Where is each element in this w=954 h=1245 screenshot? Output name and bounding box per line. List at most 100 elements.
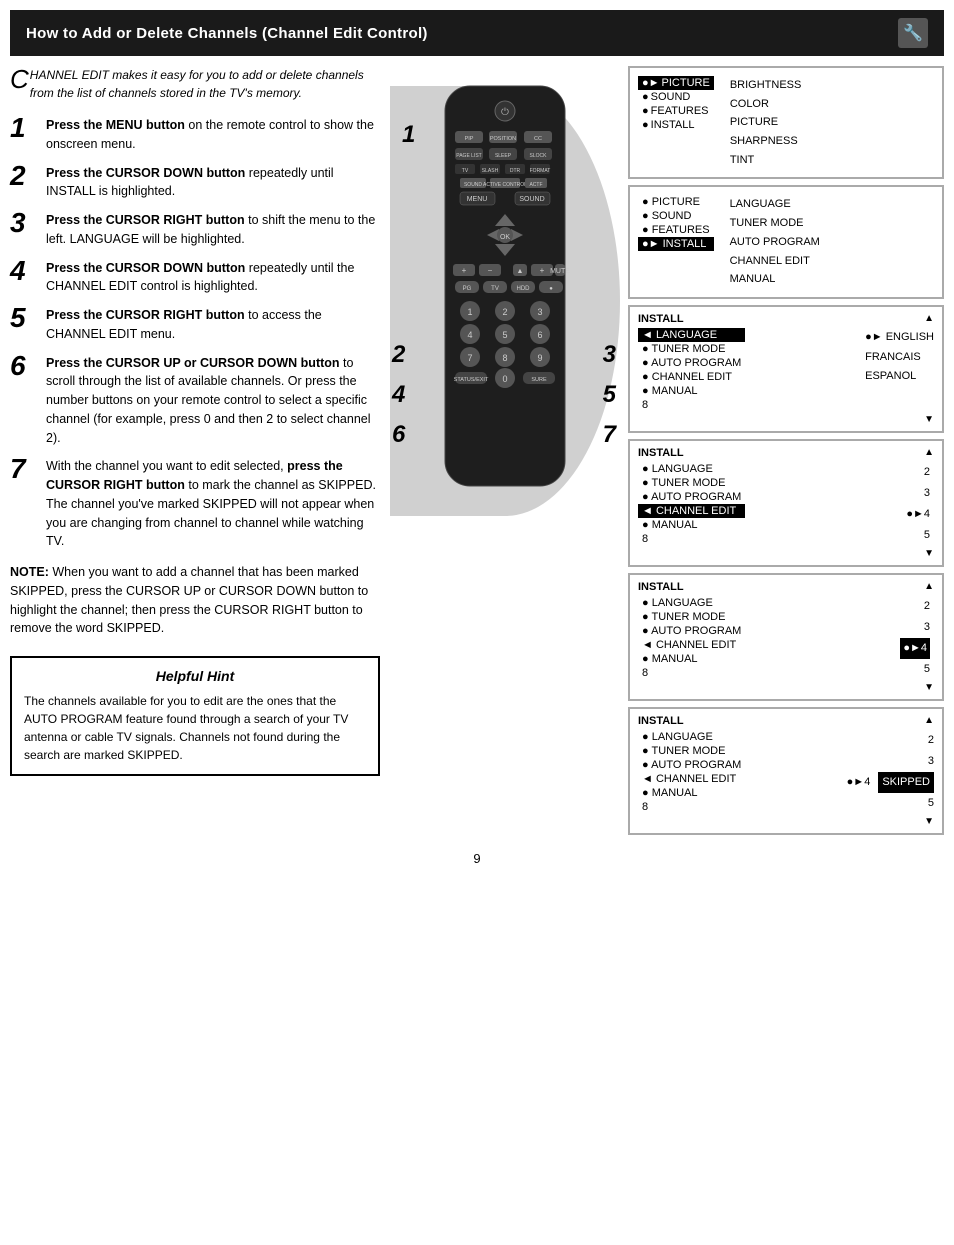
p2-features: ● FEATURES xyxy=(638,223,714,237)
note-text: When you want to add a channel that has … xyxy=(10,565,368,635)
step-7-text: With the channel you want to edit select… xyxy=(46,457,380,551)
step-2-number: 2 xyxy=(10,162,38,190)
step-2-text: Press the CURSOR DOWN button repeatedly … xyxy=(46,164,380,202)
p6-language: ● LANGUAGE xyxy=(638,730,745,744)
panel-menu-item-features: ●FEATURES xyxy=(638,104,714,118)
p3-espanol: ESPANOL xyxy=(865,367,934,387)
p1r-brightness: BRIGHTNESS xyxy=(730,76,802,95)
panel-2: ● PICTURE ● SOUND ● FEATURES ●► INSTALL … xyxy=(628,185,944,298)
p3-english: ●► ENGLISH xyxy=(865,328,934,348)
step-2: 2 Press the CURSOR DOWN button repeatedl… xyxy=(10,164,380,202)
panel-5: INSTALL ▲ ● LANGUAGE ● TUNER MODE ● AUTO… xyxy=(628,573,944,701)
panel-menu-item-sound: ●SOUND xyxy=(638,90,714,104)
p4-up-arrow: ▲ xyxy=(924,447,934,459)
step-label-7: 7 xyxy=(603,421,616,449)
p3-install-label: INSTALL xyxy=(638,313,684,325)
p4-channel: ◄ CHANNEL EDIT xyxy=(638,504,745,518)
note-section: NOTE: When you want to add a channel tha… xyxy=(10,563,380,638)
p4-left: ● LANGUAGE ● TUNER MODE ● AUTO PROGRAM ◄… xyxy=(638,462,745,546)
svg-text:9: 9 xyxy=(537,353,542,363)
step-1-text: Press the MENU button on the remote cont… xyxy=(46,116,380,154)
svg-text:7: 7 xyxy=(467,353,472,363)
step-label-6-left: 6 xyxy=(392,421,405,449)
p5-right: 2 3 ●►4 5 xyxy=(900,596,934,680)
p6-body: ● LANGUAGE ● TUNER MODE ● AUTO PROGRAM ◄… xyxy=(638,730,934,814)
p3-header-row: INSTALL ▲ xyxy=(638,313,934,325)
svg-text:−: − xyxy=(488,266,493,275)
svg-text:SLEEP: SLEEP xyxy=(495,153,512,159)
p6-manual: ● MANUAL xyxy=(638,786,745,800)
p6-channel: ◄ CHANNEL EDIT xyxy=(638,772,745,786)
helpful-hint-box: Helpful Hint The channels available for … xyxy=(10,656,380,776)
p5-channel: ◄ CHANNEL EDIT xyxy=(638,638,745,652)
p3-left: ◄ LANGUAGE ● TUNER MODE ● AUTO PROGRAM ●… xyxy=(638,328,745,412)
tv-panels-column: ●►PICTURE ●SOUND ●FEATURES ●INSTALL xyxy=(628,66,944,835)
p5-num3: 3 xyxy=(900,617,930,638)
svg-text:SOUND: SOUND xyxy=(519,196,544,203)
p3-right: ●► ENGLISH FRANCAIS ESPANOL xyxy=(865,328,934,412)
svg-text:SURE: SURE xyxy=(531,377,547,383)
step-7-before: With the channel you want to edit select… xyxy=(46,459,287,473)
p5-install-label: INSTALL xyxy=(638,581,684,593)
svg-text:PG: PG xyxy=(463,286,472,292)
svg-text:+: + xyxy=(540,266,545,275)
svg-text:FORMAT: FORMAT xyxy=(530,168,551,174)
p4-language: ● LANGUAGE xyxy=(638,462,745,476)
svg-text:6: 6 xyxy=(537,330,542,340)
page-header: How to Add or Delete Channels (Channel E… xyxy=(10,10,944,56)
svg-text:STATUS/EXIT: STATUS/EXIT xyxy=(454,377,489,383)
p3-auto: ● AUTO PROGRAM xyxy=(638,356,745,370)
p5-8: 8 xyxy=(638,666,745,680)
step-6-text: Press the CURSOR UP or CURSOR DOWN butto… xyxy=(46,354,380,448)
remote-and-step-labels: 1 2 4 6 3 5 7 ⏻ PIP xyxy=(390,66,620,835)
p1r-picture: PICTURE xyxy=(730,113,802,132)
svg-text:CC: CC xyxy=(534,136,542,142)
page-number: 9 xyxy=(0,851,954,866)
p2r-manual: MANUAL xyxy=(730,270,820,289)
helpful-hint-text: The channels available for you to edit a… xyxy=(24,692,366,764)
p2r-auto: AUTO PROGRAM xyxy=(730,233,820,252)
svg-text:MUTE: MUTE xyxy=(550,268,570,275)
p4-down-arrow: ▼ xyxy=(638,548,934,559)
p3-down-arrow: ▼ xyxy=(638,414,934,425)
p2r-channel-edit: CHANNEL EDIT xyxy=(730,252,820,271)
p3-body: ◄ LANGUAGE ● TUNER MODE ● AUTO PROGRAM ●… xyxy=(638,328,934,412)
svg-text:4: 4 xyxy=(467,330,472,340)
p3-8: 8 xyxy=(638,398,745,412)
p6-num3: 3 xyxy=(847,751,934,772)
step-1-bold: Press the MENU button xyxy=(46,118,185,132)
panel-1-right: BRIGHTNESS COLOR PICTURE SHARPNESS TINT xyxy=(730,76,802,169)
p5-language: ● LANGUAGE xyxy=(638,596,745,610)
p5-header-row: INSTALL ▲ xyxy=(638,581,934,593)
svg-text:3: 3 xyxy=(537,307,542,317)
svg-text:PIP: PIP xyxy=(465,136,474,142)
p3-francais: FRANCAIS xyxy=(865,348,934,368)
main-content: C HANNEL EDIT makes it easy for you to a… xyxy=(0,56,954,835)
p6-right: 2 3 ●►4 SKIPPED 5 xyxy=(847,730,934,814)
svg-text:TV: TV xyxy=(462,168,469,174)
step-7-number: 7 xyxy=(10,455,38,483)
p1r-sharpness: SHARPNESS xyxy=(730,132,802,151)
p5-auto: ● AUTO PROGRAM xyxy=(638,624,745,638)
helpful-hint-title: Helpful Hint xyxy=(24,668,366,684)
p6-tuner: ● TUNER MODE xyxy=(638,744,745,758)
step-6-number: 6 xyxy=(10,352,38,380)
svg-text:⏻: ⏻ xyxy=(501,107,509,118)
svg-text:POSITION: POSITION xyxy=(490,136,516,142)
p5-down-arrow: ▼ xyxy=(638,682,934,693)
p2r-language: LANGUAGE xyxy=(730,195,820,214)
step-3-number: 3 xyxy=(10,209,38,237)
step-7: 7 With the channel you want to edit sele… xyxy=(10,457,380,551)
p6-down-arrow: ▼ xyxy=(638,816,934,827)
svg-text:5: 5 xyxy=(502,330,507,340)
skipped-label: SKIPPED xyxy=(878,772,934,793)
panel-1: ●►PICTURE ●SOUND ●FEATURES ●INSTALL xyxy=(628,66,944,179)
panel-1-content: ●►PICTURE ●SOUND ●FEATURES ●INSTALL xyxy=(638,76,934,169)
p3-channel: ● CHANNEL EDIT xyxy=(638,370,745,384)
p3-language: ◄ LANGUAGE xyxy=(638,328,745,342)
svg-text:▲: ▲ xyxy=(517,268,524,275)
panel-6: INSTALL ▲ ● LANGUAGE ● TUNER MODE ● AUTO… xyxy=(628,707,944,835)
panel-2-right: LANGUAGE TUNER MODE AUTO PROGRAM CHANNEL… xyxy=(730,195,820,288)
panel-4: INSTALL ▲ ● LANGUAGE ● TUNER MODE ● AUTO… xyxy=(628,439,944,567)
panel-menu-item-picture: ●►PICTURE xyxy=(638,76,714,90)
